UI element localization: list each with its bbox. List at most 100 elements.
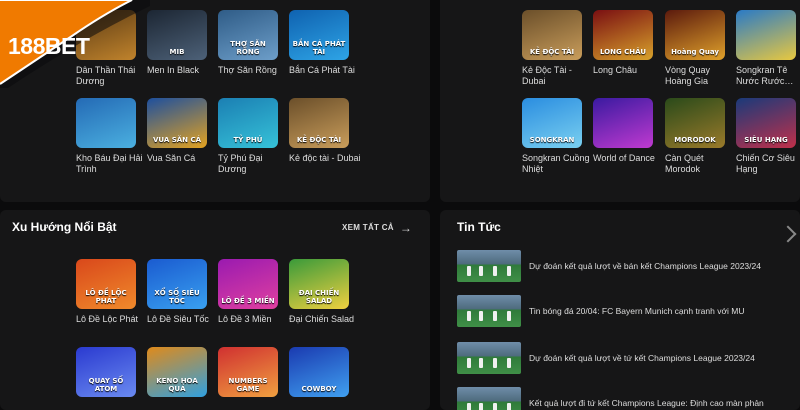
game-thumbnail[interactable]: MIB [147,10,207,60]
game-thumbnail[interactable]: KENO HOA QUẢ [147,347,207,397]
game-tile[interactable]: COWBOY [289,347,349,397]
game-tile[interactable]: LÔ ĐỀ 3 MIỀN Lô Đề 3 Miền [218,259,278,325]
player-figure [467,266,471,276]
game-label[interactable]: Lô Đề Lộc Phát [76,314,148,325]
game-thumbnail[interactable]: ĐẠI CHIẾN SALAD [289,259,349,309]
game-tile[interactable]: MIB Men In Black [147,10,207,76]
player-figure [507,403,511,410]
game-tile[interactable]: Songkran Tê Nước Rước… [736,10,796,87]
player-figure [507,311,511,321]
game-tile[interactable]: Hoàng Quay Vòng Quay Hoàng Gia [665,10,725,87]
game-thumbnail[interactable]: SONGKRAN [522,98,582,148]
game-tile[interactable]: LÔ ĐỀ LỘC PHÁT Lô Đề Lộc Phát [76,259,138,325]
news-headline[interactable]: Dự đoán kết quả lượt về tứ kết Champions… [529,353,755,363]
game-tile[interactable]: SIÊU HẠNG Chiến Cơ Siêu Hạng [736,98,796,175]
game-thumbnail[interactable]: SIÊU HẠNG [736,98,796,148]
game-tile[interactable]: KẺ ĐỘC TÀI Kẻ độc tài - Dubai [289,98,361,164]
news-thumbnail[interactable] [457,387,521,410]
game-thumbnail-title: COWBOY [301,385,337,393]
game-label[interactable]: Bắn Cá Phát Tài [289,65,361,76]
game-tile[interactable]: VUA SĂN CÁ Vua Săn Cá [147,98,207,164]
game-tile[interactable]: NUMBERS GAME [218,347,278,397]
news-headline[interactable]: Tin bóng đá 20/04: FC Bayern Munich cạnh… [529,306,745,316]
news-item[interactable]: Dự đoán kết quả lượt về tứ kết Champions… [457,342,755,374]
game-thumbnail[interactable]: MORODOK [665,98,725,148]
game-tile[interactable]: SONGKRAN Songkran Cuồng Nhiệt [522,98,590,175]
game-thumbnail-title: KẺ ĐỘC TÀI [296,136,342,144]
game-thumbnail[interactable]: THỢ SĂN RỒNG [218,10,278,60]
game-thumbnail[interactable]: COWBOY [289,347,349,397]
news-headline[interactable]: Dự đoán kết quả lượt về bán kết Champion… [529,261,761,271]
player-figure [493,311,497,321]
news-thumbnail[interactable] [457,250,521,282]
game-thumbnail-title: KENO HOA QUẢ [156,377,198,393]
news-panel: Tin Tức Dự đoán kết quả lượt về bán kết … [440,210,800,410]
game-label[interactable]: Songkran Cuồng Nhiệt [522,153,594,175]
game-tile[interactable]: KENO HOA QUẢ [147,347,207,397]
game-tile[interactable]: KẺ ĐỘC TÀI Kẻ Độc Tài - Dubai [522,10,582,87]
game-label[interactable]: Kẻ độc tài - Dubai [289,153,361,164]
see-all-label: XEM TẤT CẢ [342,223,394,232]
news-thumbnail[interactable] [457,295,521,327]
game-tile[interactable]: THỢ SĂN RỒNG Thợ Săn Rồng [218,10,278,76]
game-thumbnail[interactable]: BẮN CÁ PHÁT TÀI [289,10,349,60]
game-tile[interactable]: BẮN CÁ PHÁT TÀI Bắn Cá Phát Tài [289,10,355,76]
game-label[interactable]: Đại Chiến Salad [289,314,361,325]
trending-panel: Xu Hướng Nổi Bật XEM TẤT CẢ → LÔ ĐỀ LỘC … [0,210,430,410]
game-tile[interactable]: Kho Báu Đại Hải Trình [76,98,143,175]
news-thumbnail[interactable] [457,342,521,374]
game-thumbnail-title: KẺ ĐỘC TÀI [529,48,575,56]
game-thumbnail[interactable]: TỶ PHÚ [218,98,278,148]
game-thumbnail-title: NUMBERS GAME [228,377,268,393]
game-thumbnail-title: LONG CHÂU [599,48,647,56]
game-tile[interactable]: QUAY SỐ ATOM [76,347,136,397]
game-label[interactable]: Càn Quét Morodok [665,153,737,175]
game-thumbnail[interactable]: KẺ ĐỘC TÀI [522,10,582,60]
game-thumbnail[interactable]: XỔ SỐ SIÊU TỐC [147,259,207,309]
game-tile[interactable]: MORODOK Càn Quét Morodok [665,98,725,175]
game-tile[interactable]: LONG CHÂU Long Châu [593,10,653,76]
game-thumbnail-title: TỶ PHÚ [233,136,263,144]
game-label[interactable]: Long Châu [593,65,665,76]
game-label[interactable]: Men In Black [147,65,219,76]
player-figure [479,311,483,321]
game-label[interactable]: Vòng Quay Hoàng Gia [665,65,737,87]
game-thumbnail[interactable] [593,98,653,148]
chevron-right-icon[interactable] [779,225,797,243]
game-label[interactable]: Thợ Săn Rồng [218,65,290,76]
game-thumbnail[interactable]: VUA SĂN CÁ [147,98,207,148]
game-label[interactable]: Tỷ Phú Đại Dương [218,153,290,175]
game-thumbnail[interactable]: LÔ ĐỀ LỘC PHÁT [76,259,136,309]
game-label[interactable]: Vua Săn Cá [147,153,219,164]
game-thumbnail[interactable]: QUAY SỐ ATOM [76,347,136,397]
news-item[interactable]: Dự đoán kết quả lượt về bán kết Champion… [457,250,761,282]
game-label[interactable]: Kho Báu Đại Hải Trình [76,153,148,175]
news-item[interactable]: Tin bóng đá 20/04: FC Bayern Munich cạnh… [457,295,745,327]
player-figure [467,311,471,321]
game-thumbnail[interactable]: NUMBERS GAME [218,347,278,397]
game-label[interactable]: Kẻ Độc Tài - Dubai [522,65,594,87]
see-all-link[interactable]: XEM TẤT CẢ → [342,222,412,234]
game-tile[interactable]: World of Dance [593,98,655,164]
game-label[interactable]: Chiến Cơ Siêu Hạng [736,153,800,175]
game-thumbnail-title: QUAY SỐ ATOM [88,377,124,393]
game-thumbnail-title: ĐẠI CHIẾN SALAD [298,289,340,305]
game-tile[interactable]: XỔ SỐ SIÊU TỐC Lô Đề Siêu Tốc [147,259,209,325]
game-label[interactable]: World of Dance [593,153,665,164]
game-thumbnail[interactable] [76,98,136,148]
game-tile[interactable]: TỶ PHÚ Tỷ Phú Đại Dương [218,98,278,175]
player-figure [467,358,471,368]
game-tile[interactable]: ĐẠI CHIẾN SALAD Đại Chiến Salad [289,259,354,325]
game-label[interactable]: Lô Đề Siêu Tốc [147,314,219,325]
game-thumbnail-title: XỔ SỐ SIÊU TỐC [154,289,200,305]
game-label[interactable]: Lô Đề 3 Miền [218,314,290,325]
game-thumbnail-title: SONGKRAN [529,136,575,144]
game-thumbnail[interactable]: KẺ ĐỘC TÀI [289,98,349,148]
game-thumbnail[interactable] [736,10,796,60]
game-thumbnail[interactable]: Hoàng Quay [665,10,725,60]
game-label[interactable]: Songkran Tê Nước Rước… [736,65,800,87]
game-thumbnail[interactable]: LONG CHÂU [593,10,653,60]
game-thumbnail[interactable]: LÔ ĐỀ 3 MIỀN [218,259,278,309]
news-item[interactable]: Kết quả lượt đi tứ kết Champions League:… [457,387,764,410]
player-figure [493,358,497,368]
